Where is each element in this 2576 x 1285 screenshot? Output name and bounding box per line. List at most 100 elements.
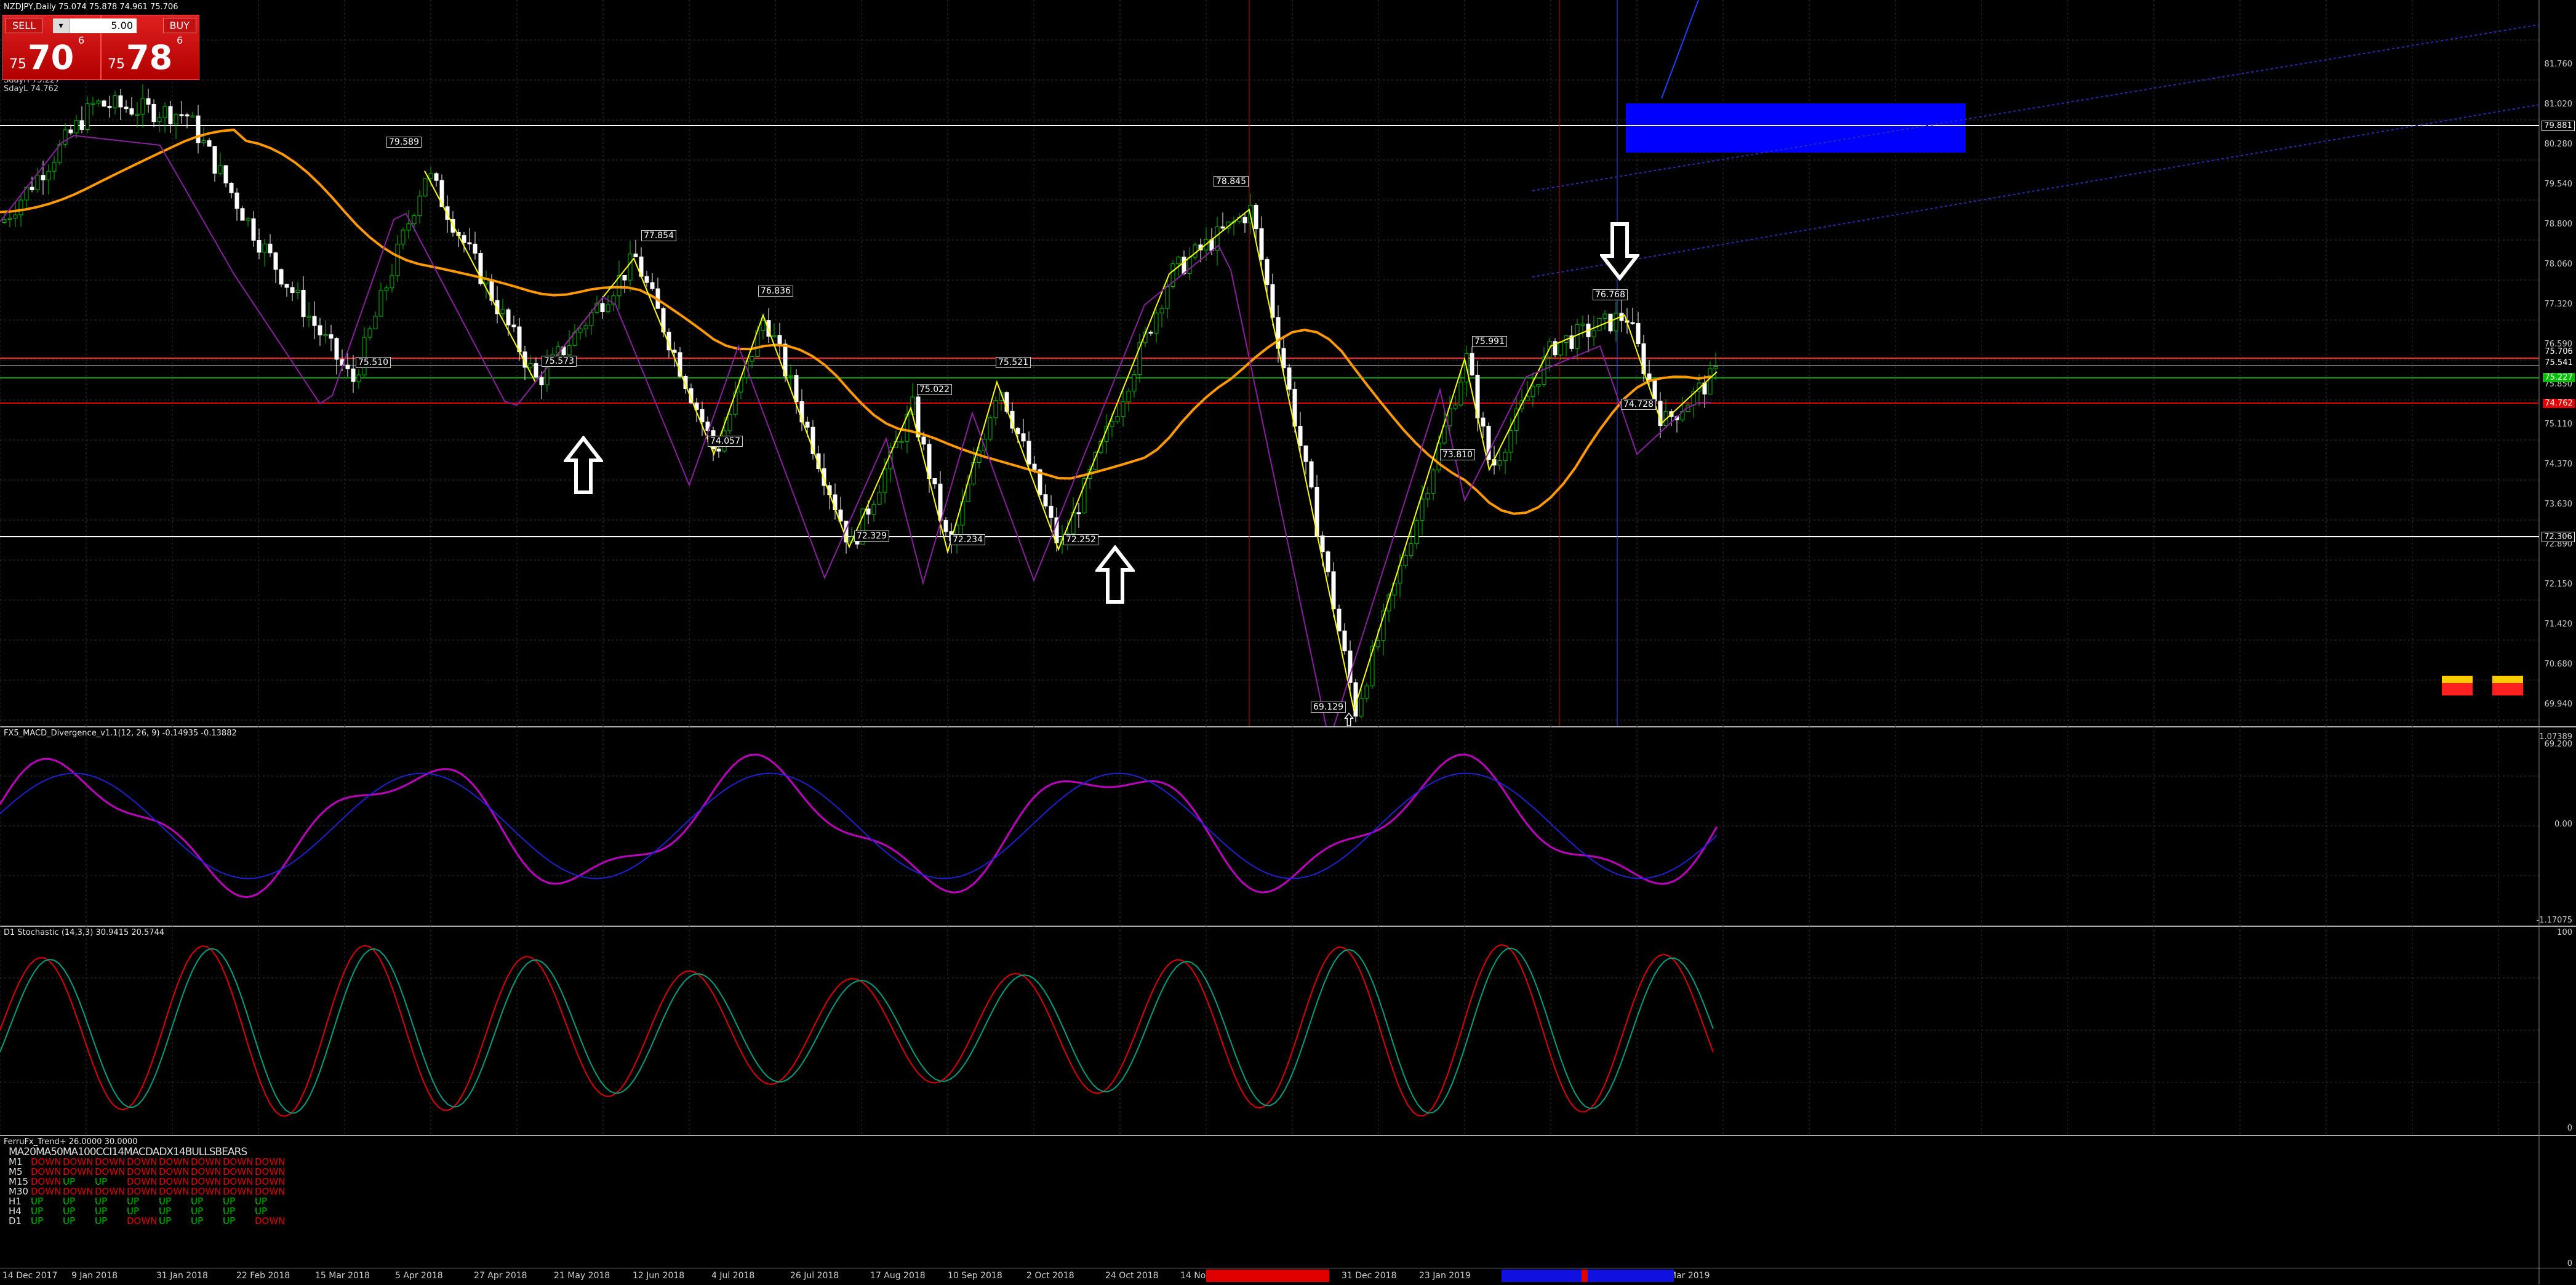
bullish-candle bbox=[628, 254, 633, 281]
trend-row: D1 UP UP UP DOWN UP UP UP DOWN bbox=[9, 1216, 287, 1226]
bullish-candle bbox=[993, 400, 998, 418]
bearish-candle bbox=[1320, 535, 1325, 553]
bearish-candle bbox=[301, 289, 306, 318]
bullish-candle bbox=[1614, 313, 1618, 332]
date-axis-label: 2 Oct 2018 bbox=[1026, 1271, 1074, 1281]
stochastic-title: D1 Stochastic (14,3,3) 30.9415 20.5744 bbox=[4, 928, 165, 937]
sday-low: SdayL 74.762 bbox=[4, 84, 59, 94]
trend-cell: UP bbox=[63, 1206, 76, 1217]
bullish-candle bbox=[1536, 383, 1541, 387]
bullish-candle bbox=[85, 103, 90, 130]
bullish-candle bbox=[589, 312, 594, 326]
sell-price-pipette: 6 bbox=[78, 34, 85, 46]
bullish-candle bbox=[500, 309, 505, 314]
price-axis-label: 78.060 bbox=[2544, 260, 2573, 269]
trend-cell: DOWN bbox=[223, 1166, 254, 1177]
zigzag-price-label: 73.810 bbox=[1440, 449, 1475, 460]
lot-dropdown-icon[interactable]: ▾ bbox=[53, 18, 70, 33]
zigzag-price-label: 74.728 bbox=[1621, 399, 1656, 410]
bearish-candle bbox=[30, 186, 34, 191]
bearish-candle bbox=[124, 106, 129, 110]
bullish-candle bbox=[428, 173, 433, 179]
ferrufx-trend-pane[interactable]: FerruFx_Trend+ 26.0000 30.0000 0 MA20MA5… bbox=[0, 1135, 2576, 1284]
trend-cell: DOWN bbox=[127, 1176, 158, 1187]
zigzag-price-label: 72.234 bbox=[950, 534, 985, 545]
date-axis-label: 14 Dec 2017 bbox=[2, 1271, 58, 1281]
date-axis-label: 23 Jan 2019 bbox=[1419, 1271, 1471, 1281]
trend-cell: UP bbox=[31, 1215, 44, 1227]
trend-cell: DOWN bbox=[127, 1166, 158, 1177]
price-tag-line2: 75.541 bbox=[2543, 358, 2575, 367]
stochastic-canvas[interactable] bbox=[0, 926, 2576, 1135]
bullish-candle bbox=[1115, 416, 1120, 422]
date-axis-label: 31 Dec 2018 bbox=[1342, 1271, 1397, 1281]
bullish-candle bbox=[218, 165, 223, 174]
bearish-candle bbox=[1220, 226, 1225, 229]
trend-channel-line bbox=[1661, 0, 1699, 99]
macd-divergence-pane[interactable]: FX5_MACD_Divergence_v1.1(12, 26, 9) -0.1… bbox=[0, 726, 2576, 926]
bullish-candle bbox=[1525, 396, 1530, 401]
bearish-candle bbox=[700, 409, 705, 423]
date-axis-label: 17 Aug 2018 bbox=[870, 1271, 926, 1281]
bullish-candle bbox=[788, 375, 793, 377]
bullish-candle bbox=[1409, 543, 1414, 556]
bearish-candle bbox=[229, 182, 234, 193]
trend-cell: UP bbox=[63, 1176, 76, 1187]
stochastic-pane[interactable]: D1 Stochastic (14,3,3) 30.9415 20.5744 1… bbox=[0, 926, 2576, 1135]
bearish-candle bbox=[257, 239, 262, 253]
trend-header-row: MA20MA50MA100CCI14MACDADX14BULLSBEARS bbox=[9, 1147, 287, 1158]
price-axis-label: 80.280 bbox=[2544, 140, 2573, 149]
bullish-candle bbox=[1414, 520, 1419, 545]
signal-bar-yellow bbox=[2442, 676, 2473, 683]
trend-cell: UP bbox=[95, 1206, 108, 1217]
trend-title: FerruFx_Trend+ 26.0000 30.0000 bbox=[4, 1137, 138, 1147]
macd-canvas[interactable] bbox=[0, 726, 2576, 926]
bearish-candle bbox=[1326, 551, 1330, 572]
supply-zone-rectangle[interactable] bbox=[1626, 103, 1966, 153]
zigzag-price-label: 72.252 bbox=[1063, 534, 1098, 545]
bullish-candle bbox=[1126, 390, 1131, 402]
price-axis-label: 71.420 bbox=[2544, 620, 2573, 629]
buy-button[interactable]: BUY bbox=[162, 18, 196, 33]
bullish-candle bbox=[96, 100, 101, 104]
bullish-candle bbox=[1591, 330, 1596, 337]
bearish-candle bbox=[329, 334, 334, 339]
bullish-candle bbox=[35, 175, 40, 191]
big-up-arrow-icon bbox=[1095, 545, 1135, 604]
trend-timeframe: H4 bbox=[9, 1206, 22, 1217]
bearish-candle bbox=[273, 252, 278, 270]
trend-cell: UP bbox=[159, 1196, 172, 1207]
trend-axis-zero: 0 bbox=[2567, 1259, 2572, 1268]
sell-button[interactable]: SELL bbox=[6, 18, 43, 33]
bearish-candle bbox=[1630, 322, 1635, 324]
bearish-candle bbox=[943, 519, 948, 532]
bearish-candle bbox=[1182, 257, 1186, 274]
bearish-candle bbox=[462, 235, 466, 243]
price-axis-label: 78.800 bbox=[2544, 220, 2573, 229]
main-price-chart[interactable]: NZDJPY,Daily 75.074 75.878 74.961 75.706… bbox=[0, 0, 2576, 749]
symbol-header: NZDJPY,Daily 75.074 75.878 74.961 75.706 bbox=[4, 2, 178, 12]
bullish-candle bbox=[406, 223, 411, 231]
trend-cell: DOWN bbox=[191, 1186, 222, 1197]
bullish-candle bbox=[750, 356, 754, 362]
bearish-candle bbox=[1043, 494, 1048, 506]
bearish-candle bbox=[41, 175, 46, 180]
bullish-candle bbox=[1121, 401, 1126, 417]
bearish-candle bbox=[1015, 428, 1020, 434]
bearish-candle bbox=[805, 422, 810, 428]
bearish-candle bbox=[196, 115, 201, 143]
zigzag-price-label: 72.329 bbox=[854, 530, 889, 542]
bullish-candle bbox=[174, 114, 178, 124]
zigzag-price-label: 75.022 bbox=[917, 384, 952, 395]
bearish-candle bbox=[1049, 505, 1054, 518]
bullish-candle bbox=[157, 118, 162, 122]
bullish-candle bbox=[1713, 366, 1718, 369]
price-axis-label: 72.150 bbox=[2544, 580, 2573, 589]
macd-axis-top: 1.07389 bbox=[2539, 732, 2572, 742]
trend-cell: DOWN bbox=[127, 1156, 158, 1167]
bearish-candle bbox=[633, 254, 638, 257]
bearish-candle bbox=[207, 140, 212, 147]
bearish-candle bbox=[1281, 348, 1286, 369]
trend-cell: DOWN bbox=[191, 1166, 222, 1177]
zigzag-price-label: 75.991 bbox=[1472, 336, 1507, 347]
